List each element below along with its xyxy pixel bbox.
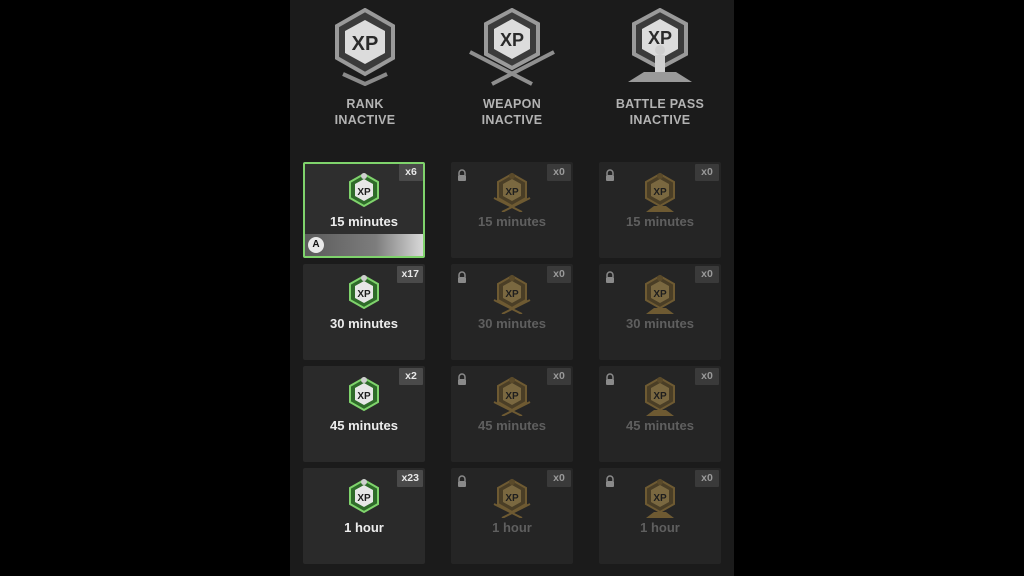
svg-text:XP: XP bbox=[653, 187, 667, 198]
weapon-xp-token-icon: XP bbox=[490, 172, 534, 217]
header-title: WEAPON bbox=[482, 97, 542, 111]
rank-xp-token-card[interactable]: x2 XP 45 minutes bbox=[303, 366, 425, 462]
rank-xp-token-card[interactable]: x6 XP 15 minutes A bbox=[303, 162, 425, 258]
token-count-badge: x0 bbox=[547, 368, 571, 385]
weapon-xp-token-card[interactable]: x0 XP 15 minutes bbox=[451, 162, 573, 258]
battle-pass-xp-token-card[interactable]: x0 XP 30 minutes bbox=[599, 264, 721, 360]
weapon-xp-icon: XP bbox=[469, 8, 555, 86]
lock-icon bbox=[605, 474, 615, 492]
token-count-badge: x0 bbox=[695, 266, 719, 283]
token-duration: 15 minutes bbox=[626, 214, 694, 229]
weapon-xp-token-card[interactable]: x0 XP 1 hour bbox=[451, 468, 573, 564]
rank-xp-token-icon: XP bbox=[342, 172, 386, 217]
battle-pass-xp-token-icon: XP bbox=[638, 274, 682, 319]
token-count-badge: x17 bbox=[397, 266, 423, 283]
weapon-xp-token-card[interactable]: x0 XP 45 minutes bbox=[451, 366, 573, 462]
token-duration: 15 minutes bbox=[330, 214, 398, 229]
rank-xp-icon: XP bbox=[335, 8, 395, 86]
token-count-badge: x6 bbox=[399, 164, 423, 181]
svg-text:XP: XP bbox=[653, 493, 667, 504]
rank-xp-token-icon: XP bbox=[342, 478, 386, 523]
lock-icon bbox=[457, 270, 467, 288]
svg-text:XP: XP bbox=[357, 493, 371, 504]
svg-text:XP: XP bbox=[653, 391, 667, 402]
battle-pass-xp-token-icon: XP bbox=[638, 172, 682, 217]
svg-text:XP: XP bbox=[352, 33, 379, 55]
token-duration: 45 minutes bbox=[330, 418, 398, 433]
weapon-xp-token-icon: XP bbox=[490, 478, 534, 523]
token-duration: 1 hour bbox=[344, 520, 384, 535]
lock-icon bbox=[457, 372, 467, 390]
svg-text:XP: XP bbox=[505, 493, 519, 504]
battle-pass-xp-token-card[interactable]: x0 XP 45 minutes bbox=[599, 366, 721, 462]
token-duration: 30 minutes bbox=[626, 316, 694, 331]
svg-text:XP: XP bbox=[500, 30, 524, 50]
token-count-badge: x0 bbox=[695, 164, 719, 181]
weapon-xp-token-icon: XP bbox=[490, 376, 534, 421]
header-rank: XP RANK INACTIVE bbox=[290, 8, 440, 128]
select-prompt-bar[interactable]: A bbox=[305, 234, 423, 256]
lock-icon bbox=[605, 372, 615, 390]
token-count-badge: x0 bbox=[547, 164, 571, 181]
token-count-badge: x0 bbox=[547, 266, 571, 283]
rank-xp-token-card[interactable]: x23 XP 1 hour bbox=[303, 468, 425, 564]
lock-icon bbox=[457, 168, 467, 186]
token-count-badge: x0 bbox=[695, 368, 719, 385]
token-duration: 1 hour bbox=[640, 520, 680, 535]
lock-icon bbox=[605, 168, 615, 186]
lock-icon bbox=[457, 474, 467, 492]
battle-pass-xp-token-card[interactable]: x0 XP 1 hour bbox=[599, 468, 721, 564]
token-duration: 1 hour bbox=[492, 520, 532, 535]
token-duration: 30 minutes bbox=[330, 316, 398, 331]
svg-text:XP: XP bbox=[653, 289, 667, 300]
header-title: RANK bbox=[346, 97, 384, 111]
header-battle-pass: XP BATTLE PASS INACTIVE bbox=[585, 8, 735, 128]
token-count-badge: x23 bbox=[397, 470, 423, 487]
token-duration: 45 minutes bbox=[626, 418, 694, 433]
token-count-badge: x2 bbox=[399, 368, 423, 385]
battle-pass-xp-icon: XP bbox=[628, 8, 692, 82]
lock-icon bbox=[605, 270, 615, 288]
svg-text:XP: XP bbox=[357, 391, 371, 402]
battle-pass-xp-token-icon: XP bbox=[638, 478, 682, 523]
svg-text:XP: XP bbox=[505, 187, 519, 198]
header-status: INACTIVE bbox=[481, 113, 543, 127]
rank-xp-token-icon: XP bbox=[342, 376, 386, 421]
token-count-badge: x0 bbox=[695, 470, 719, 487]
battle-pass-xp-token-card[interactable]: x0 XP 15 minutes bbox=[599, 162, 721, 258]
a-button-icon: A bbox=[308, 237, 324, 253]
rank-xp-token-icon: XP bbox=[342, 274, 386, 319]
token-duration: 15 minutes bbox=[478, 214, 546, 229]
battle-pass-xp-token-icon: XP bbox=[638, 376, 682, 421]
token-count-badge: x0 bbox=[547, 470, 571, 487]
header-title: BATTLE PASS bbox=[615, 97, 705, 111]
weapon-xp-token-card[interactable]: x0 XP 30 minutes bbox=[451, 264, 573, 360]
header-status: INACTIVE bbox=[334, 113, 396, 127]
svg-text:XP: XP bbox=[357, 289, 371, 300]
header-status: INACTIVE bbox=[629, 113, 691, 127]
svg-text:XP: XP bbox=[505, 391, 519, 402]
header-weapon: XP WEAPON INACTIVE bbox=[437, 8, 587, 128]
token-duration: 45 minutes bbox=[478, 418, 546, 433]
svg-text:XP: XP bbox=[357, 187, 371, 198]
weapon-xp-token-icon: XP bbox=[490, 274, 534, 319]
svg-text:XP: XP bbox=[505, 289, 519, 300]
rank-xp-token-card[interactable]: x17 XP 30 minutes bbox=[303, 264, 425, 360]
token-duration: 30 minutes bbox=[478, 316, 546, 331]
